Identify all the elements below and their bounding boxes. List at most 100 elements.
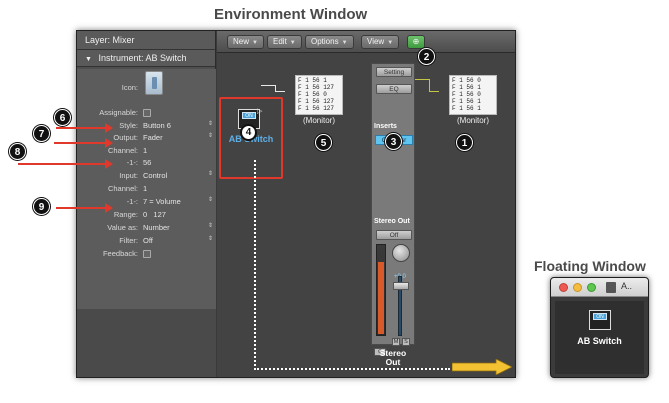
environment-canvas[interactable]: ON AB Switch ▷ F 1 56 1 F 1 56 127 F 1 5… bbox=[217, 53, 515, 377]
floating-ab-switch-icon[interactable]: ON bbox=[589, 310, 611, 330]
floating-body: ON AB Switch bbox=[555, 301, 644, 374]
field-input[interactable]: Input: Control ⇕ bbox=[77, 171, 216, 183]
level-meter bbox=[376, 244, 386, 336]
field-style-label: Style: bbox=[119, 121, 138, 130]
monitor-line: F 1 56 0 bbox=[298, 91, 327, 98]
badge-8: 8 bbox=[9, 143, 26, 160]
badge-5: 5 bbox=[315, 134, 332, 151]
chevron-down-icon: ▼ bbox=[289, 40, 296, 46]
solo-button[interactable]: S bbox=[402, 338, 410, 346]
setting-button[interactable]: Setting bbox=[376, 67, 412, 77]
zoom-button[interactable] bbox=[587, 283, 596, 292]
mute-button[interactable]: M bbox=[392, 338, 400, 346]
monitor-line: F 1 56 0 bbox=[452, 91, 481, 98]
field-channel-out-value[interactable]: 1 bbox=[143, 146, 147, 155]
edit-menu-label: Edit bbox=[273, 37, 287, 46]
monitor-line: F 1 56 1 bbox=[452, 98, 481, 105]
disclosure-triangle-icon[interactable]: ▼ bbox=[85, 51, 92, 68]
field-channel-in[interactable]: Channel: 1 bbox=[77, 184, 216, 196]
field-value-as-value[interactable]: Number bbox=[143, 223, 170, 232]
dotted-path-vertical bbox=[254, 160, 256, 370]
edit-menu-button[interactable]: Edit ▼ bbox=[267, 35, 302, 49]
field-value-as[interactable]: Value as: Number ⇕ bbox=[77, 223, 216, 235]
instrument-header[interactable]: ▼ Instrument: AB Switch bbox=[77, 50, 215, 67]
cable[interactable] bbox=[429, 91, 439, 92]
floating-window: A.. ON AB Switch bbox=[550, 277, 649, 378]
field-channel-out[interactable]: Channel: 1 bbox=[77, 146, 216, 158]
updown-icon[interactable]: ⇕ bbox=[208, 196, 213, 203]
monitor-line: F 1 56 1 bbox=[452, 84, 481, 91]
field-filter[interactable]: Filter: Off ⇕ bbox=[77, 236, 216, 248]
field-out-number-value[interactable]: 56 bbox=[143, 158, 151, 167]
badge-6: 6 bbox=[54, 109, 71, 126]
strip-name[interactable]: Stereo Out bbox=[367, 349, 419, 367]
options-menu-button[interactable]: Options ▼ bbox=[305, 35, 354, 49]
link-icon: ⊕ bbox=[412, 37, 420, 46]
cable[interactable] bbox=[429, 79, 430, 91]
layer-header[interactable]: Layer: Mixer bbox=[77, 31, 215, 50]
floating-ab-switch-label[interactable]: AB Switch bbox=[555, 336, 644, 346]
updown-icon[interactable]: ⇕ bbox=[208, 222, 213, 229]
field-output-value[interactable]: Fader bbox=[143, 133, 163, 142]
field-icon-label: Icon: bbox=[121, 83, 138, 92]
inspector-panel: Layer: Mixer ▼ Instrument: AB Switch Ico… bbox=[77, 31, 216, 377]
monitor-line: F 1 56 127 bbox=[298, 98, 335, 105]
field-in-number-label: -1-: bbox=[126, 197, 138, 206]
monitor-line: F 1 56 0 bbox=[452, 77, 481, 84]
updown-icon[interactable]: ⇕ bbox=[208, 132, 213, 139]
field-channel-in-label: Channel: bbox=[107, 184, 138, 193]
updown-icon[interactable]: ⇕ bbox=[208, 235, 213, 242]
field-filter-value[interactable]: Off bbox=[143, 236, 153, 245]
field-out-number-label: -1-: bbox=[126, 158, 138, 167]
field-in-number-value[interactable]: 7 = Volume bbox=[143, 197, 181, 206]
environment-toolbar: New ▼ Edit ▼ Options ▼ View ▼ ⊕ bbox=[217, 31, 515, 53]
feedback-checkbox[interactable] bbox=[143, 250, 151, 258]
monitor-left[interactable]: F 1 56 1 F 1 56 127 F 1 56 0 F 1 56 127 … bbox=[295, 75, 343, 115]
cable[interactable] bbox=[261, 85, 275, 86]
close-button[interactable] bbox=[559, 283, 568, 292]
field-filter-label: Filter: bbox=[119, 236, 138, 245]
eq-button[interactable]: EQ bbox=[376, 84, 412, 94]
field-range[interactable]: Range: 0 127 bbox=[77, 210, 216, 222]
options-menu-label: Options bbox=[311, 37, 339, 46]
field-range-value[interactable]: 0 127 bbox=[143, 210, 166, 219]
on-indicator: ON bbox=[593, 313, 607, 320]
output-port-icon[interactable]: ▷ bbox=[257, 107, 262, 115]
updown-icon[interactable]: ⇕ bbox=[208, 170, 213, 177]
chevron-down-icon: ▼ bbox=[387, 40, 394, 46]
field-channel-in-value[interactable]: 1 bbox=[143, 184, 147, 193]
monitor-left-caption: (Monitor) bbox=[302, 116, 335, 125]
floating-window-caption: Floating Window bbox=[534, 258, 646, 274]
minimize-button[interactable] bbox=[573, 283, 582, 292]
volume-fader[interactable] bbox=[393, 282, 409, 290]
stereo-out-channel-strip[interactable]: Setting EQ Inserts Cmprssr Stereo Out Of… bbox=[371, 63, 415, 356]
environment-window-caption: Environment Window bbox=[214, 6, 368, 23]
monitor-right[interactable]: F 1 56 0 F 1 56 1 F 1 56 0 F 1 56 1 F 1 … bbox=[449, 75, 497, 115]
field-input-value[interactable]: Control bbox=[143, 171, 167, 180]
new-menu-button[interactable]: New ▼ bbox=[227, 35, 264, 49]
cable[interactable] bbox=[415, 79, 429, 80]
cable[interactable] bbox=[275, 91, 285, 92]
updown-icon[interactable]: ⇕ bbox=[208, 120, 213, 127]
field-style-value[interactable]: Button 6 bbox=[143, 121, 171, 130]
field-output-label: Output: bbox=[113, 133, 138, 142]
badge-9: 9 bbox=[33, 198, 50, 215]
annotation-arrow-number bbox=[18, 159, 113, 169]
instrument-icon-thumb[interactable] bbox=[145, 71, 163, 95]
assignable-checkbox[interactable] bbox=[143, 109, 151, 117]
floating-titlebar[interactable]: A.. bbox=[551, 278, 648, 297]
instrument-label: Instrument: AB Switch bbox=[98, 53, 187, 63]
environment-window: Layer: Mixer ▼ Instrument: AB Switch Ico… bbox=[76, 30, 516, 378]
badge-2: 2 bbox=[418, 48, 435, 65]
monitor-line: F 1 56 127 bbox=[298, 84, 335, 91]
annotation-arrow-channel bbox=[54, 138, 113, 148]
monitor-line: F 1 56 1 bbox=[298, 77, 327, 84]
link-button[interactable]: ⊕ bbox=[407, 35, 425, 49]
pan-knob[interactable] bbox=[392, 244, 410, 262]
field-assignable: Assignable: bbox=[77, 108, 216, 120]
strip-name-line2: Out bbox=[385, 357, 401, 367]
badge-7: 7 bbox=[33, 125, 50, 142]
off-button[interactable]: Off bbox=[376, 230, 412, 240]
stereo-out-output-label: Stereo Out bbox=[374, 218, 410, 225]
view-menu-button[interactable]: View ▼ bbox=[361, 35, 400, 49]
